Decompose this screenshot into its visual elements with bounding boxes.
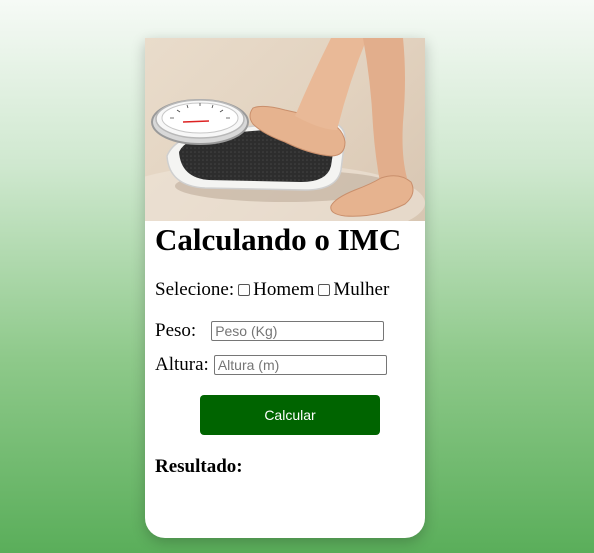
sex-label: Selecione: (155, 279, 235, 300)
imc-card: Calculando o IMC Selecione: Homem Mulher… (145, 38, 425, 538)
mulher-label: Mulher (333, 279, 390, 300)
altura-row: Altura: (155, 354, 387, 376)
sex-selector: Selecione: Homem Mulher (155, 279, 389, 301)
page-title: Calculando o IMC (155, 222, 402, 257)
result-label: Resultado: (155, 456, 243, 477)
altura-label: Altura: (155, 354, 209, 375)
bathroom-scale-photo (145, 38, 425, 221)
peso-label: Peso: (155, 320, 197, 341)
homem-checkbox[interactable] (238, 284, 251, 296)
homem-label: Homem (253, 279, 315, 300)
calcular-button[interactable]: Calcular (200, 395, 380, 435)
mulher-checkbox[interactable] (318, 284, 331, 296)
peso-row: Peso: (155, 320, 385, 342)
altura-input[interactable] (213, 355, 387, 375)
peso-input[interactable] (211, 321, 385, 341)
bathroom-scale-illustration (145, 38, 425, 221)
